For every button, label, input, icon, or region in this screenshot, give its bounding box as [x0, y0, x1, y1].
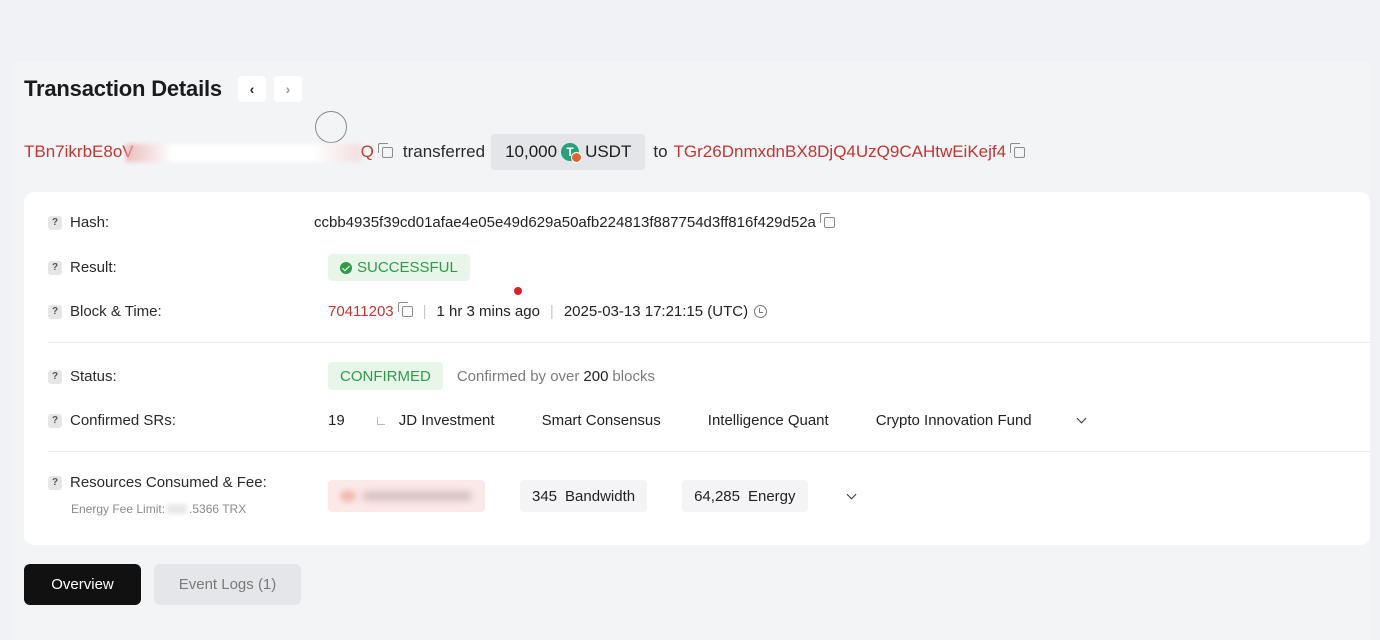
- usdt-token-icon: T: [561, 143, 583, 163]
- section-divider: [48, 451, 1370, 452]
- status-value-row: CONFIRMED Confirmed by over 200 blocks: [328, 362, 655, 390]
- result-label-row: ? Result:: [48, 259, 117, 276]
- energy-unit: Energy: [747, 487, 796, 505]
- hash-value: ccbb4935f39cd01afae4e05e49d629a50afb2248…: [314, 214, 816, 231]
- redacted-fee: [328, 480, 485, 512]
- copy-icon[interactable]: [819, 213, 835, 228]
- tree-branch-icon: [376, 416, 385, 425]
- srs-value-row: 19 JD Investment Smart Consensus Intelli…: [328, 412, 1087, 429]
- transfer-summary: TBn7ikrbE8oV Q transferred 10,000 T USDT …: [24, 134, 1026, 170]
- resources-value-row: 345 Bandwidth 64,285 Energy: [328, 480, 856, 512]
- help-icon[interactable]: ?: [48, 369, 62, 384]
- block-value-row: 70411203 | 1 hr 3 mins ago | 2025-03-13 …: [328, 302, 768, 320]
- bandwidth-unit: Bandwidth: [565, 487, 636, 505]
- copy-icon[interactable]: [397, 302, 413, 317]
- from-address-link[interactable]: TBn7ikrbE8oV Q: [24, 142, 374, 162]
- timestamp: 2025-03-13 17:21:15 (UTC): [563, 303, 749, 320]
- confirmed-badge: CONFIRMED: [328, 362, 443, 390]
- energy-fee-limit: Energy Fee Limit: .5366 TRX: [71, 502, 246, 516]
- bottom-panel-edge: [12, 622, 1370, 640]
- sr-item[interactable]: Crypto Innovation Fund: [876, 412, 1032, 429]
- check-circle-icon: [340, 261, 352, 274]
- confirmed-prefix: Confirmed by over: [456, 367, 580, 385]
- amount-badge: 10,000 T USDT: [491, 134, 646, 170]
- top-spacer: [0, 0, 1380, 62]
- chevron-down-icon[interactable]: [1076, 413, 1087, 424]
- result-value-row: SUCCESSFUL: [328, 254, 470, 281]
- block-time-label: Block & Time:: [70, 303, 162, 320]
- to-address-link[interactable]: TGr26DnmxdnBX8DjQ4UzQ9CAHtwEiKejf4: [674, 142, 1007, 162]
- timezone-toggle-icon[interactable]: [754, 305, 768, 318]
- help-icon[interactable]: ?: [48, 304, 62, 319]
- block-label-row: ? Block & Time:: [48, 303, 162, 320]
- title-row: Transaction Details ‹ ›: [24, 76, 302, 102]
- srs-label-row: ? Confirmed SRs:: [48, 412, 176, 429]
- hash-label-row: ? Hash:: [48, 214, 109, 231]
- energy-value: 64,285: [694, 487, 740, 505]
- next-transaction-button[interactable]: ›: [273, 76, 302, 102]
- time-ago: 1 hr 3 mins ago: [436, 303, 540, 320]
- bandwidth-value: 345: [532, 487, 558, 505]
- resources-label: Resources Consumed & Fee:: [70, 474, 267, 491]
- section-divider: [48, 342, 1370, 343]
- hash-label: Hash:: [70, 214, 110, 231]
- transferred-word: transferred: [402, 142, 486, 161]
- tab-overview[interactable]: Overview: [24, 564, 141, 605]
- sr-item[interactable]: JD Investment: [399, 412, 495, 429]
- confirmed-suffix: blocks: [612, 367, 655, 385]
- srs-label: Confirmed SRs:: [70, 412, 176, 429]
- token-symbol[interactable]: USDT: [585, 142, 631, 162]
- copy-icon[interactable]: [1010, 142, 1026, 158]
- red-marker: [514, 287, 522, 295]
- status-badge: SUCCESSFUL: [328, 254, 470, 281]
- from-address-prefix: TBn7ikrbE8oV: [24, 142, 134, 161]
- from-address-suffix: Q: [360, 142, 374, 161]
- page-title: Transaction Details: [24, 76, 222, 101]
- status-label-row: ? Status:: [48, 368, 117, 385]
- previous-transaction-button[interactable]: ‹: [237, 76, 266, 102]
- redacted-blur: [167, 504, 188, 514]
- sr-item[interactable]: Intelligence Quant: [708, 412, 829, 429]
- help-icon[interactable]: ?: [48, 215, 62, 230]
- energy-pill: 64,285 Energy: [682, 480, 808, 512]
- hash-value-row: ccbb4935f39cd01afae4e05e49d629a50afb2248…: [314, 213, 835, 231]
- copy-icon[interactable]: [377, 142, 393, 158]
- amount-value: 10,000: [505, 142, 558, 161]
- energy-fee-limit-prefix: Energy Fee Limit:: [71, 502, 166, 516]
- help-icon[interactable]: ?: [48, 413, 62, 428]
- confirmed-count: 200: [583, 367, 609, 385]
- to-word: to: [653, 142, 668, 161]
- result-label: Result:: [70, 259, 117, 276]
- block-number-link[interactable]: 70411203: [328, 303, 394, 320]
- bandwidth-pill: 345 Bandwidth: [520, 480, 648, 512]
- result-value: SUCCESSFUL: [357, 259, 458, 276]
- tab-event-logs[interactable]: Event Logs (1): [154, 564, 301, 605]
- divider: |: [549, 303, 554, 320]
- resources-label-row: ? Resources Consumed & Fee:: [48, 474, 267, 491]
- sr-item[interactable]: Smart Consensus: [542, 412, 661, 429]
- chevron-down-icon[interactable]: [846, 489, 856, 499]
- divider: |: [422, 303, 427, 320]
- srs-count: 19: [328, 412, 345, 429]
- energy-fee-limit-suffix: .5366 TRX: [189, 502, 247, 516]
- help-icon[interactable]: ?: [48, 475, 62, 490]
- help-icon[interactable]: ?: [48, 260, 62, 275]
- status-label: Status:: [70, 368, 117, 385]
- redacted-blur: [125, 143, 361, 162]
